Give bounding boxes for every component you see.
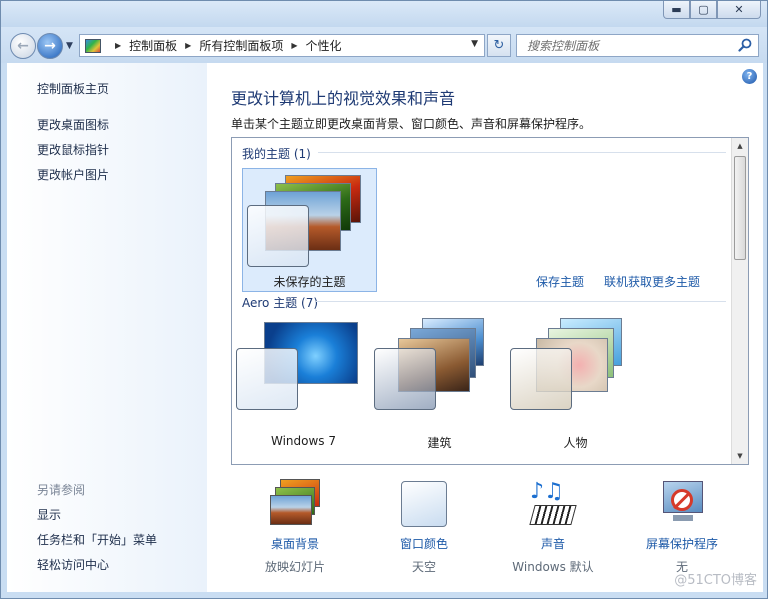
breadcrumb-personalization[interactable]: 个性化 — [306, 37, 342, 54]
sidebar-item-taskbar[interactable]: 任务栏和「开始」菜单 — [37, 531, 157, 548]
theme-label: 人物 — [563, 436, 588, 450]
personalization-window: ▬ ▢ ✕ ← → ▼ ▶ 控制面板 ▶ 所有控制面板项 ▶ 个性化 ▼ ↻ 搜… — [0, 0, 768, 599]
address-bar[interactable]: ▶ 控制面板 ▶ 所有控制面板项 ▶ 个性化 ▼ — [79, 34, 485, 57]
group-divider — [318, 152, 726, 153]
maximize-button[interactable]: ▢ — [690, 1, 717, 19]
sound-icon: ♪♫ — [528, 479, 578, 529]
sidebar-item-display[interactable]: 显示 — [37, 506, 61, 523]
main-panel: ? 更改计算机上的视觉效果和声音 单击某个主题立即更改桌面背景、窗口颜色、声音和… — [207, 63, 763, 592]
breadcrumb-separator-icon[interactable]: ▶ — [291, 41, 297, 50]
sidebar-item-control-panel-home[interactable]: 控制面板主页 — [37, 80, 109, 97]
breadcrumb-separator-icon[interactable]: ▶ — [185, 41, 191, 50]
watermark: @51CTO博客 — [674, 573, 757, 588]
see-also-heading: 另请参阅 — [37, 483, 86, 497]
search-placeholder: 搜索控制面板 — [527, 39, 600, 53]
refresh-button[interactable]: ↻ — [487, 34, 511, 57]
theme-architecture[interactable]: 建筑 — [372, 318, 507, 450]
navigation-bar: ← → ▼ ▶ 控制面板 ▶ 所有控制面板项 ▶ 个性化 ▼ ↻ 搜索控制面板 — [1, 27, 767, 63]
desktop-background-label[interactable]: 桌面背景 — [235, 535, 355, 552]
forward-button[interactable]: → — [37, 33, 63, 59]
window-color-value: 天空 — [411, 560, 436, 574]
window-preview-icon — [236, 348, 298, 410]
title-bar: ▬ ▢ ✕ — [1, 1, 767, 27]
search-icon[interactable] — [738, 38, 752, 52]
breadcrumb-separator-icon[interactable]: ▶ — [115, 41, 121, 50]
save-theme-link[interactable]: 保存主题 — [536, 273, 584, 290]
window-color-icon — [399, 479, 449, 529]
window-color-label[interactable]: 窗口颜色 — [364, 535, 484, 552]
desktop-background-item[interactable]: 桌面背景 放映幻灯片 — [235, 479, 355, 575]
breadcrumb-control-panel[interactable]: 控制面板 — [129, 37, 177, 54]
window-preview-icon — [374, 348, 436, 410]
sound-item[interactable]: ♪♫ 声音 Windows 默认 — [493, 479, 613, 575]
search-input[interactable]: 搜索控制面板 — [516, 34, 759, 57]
sound-value: Windows 默认 — [512, 560, 594, 574]
sidebar-item-account-picture[interactable]: 更改帐户图片 — [37, 166, 109, 183]
theme-windows7[interactable]: Windows 7 — [236, 318, 371, 448]
my-themes-heading: 我的主题 (1) — [242, 147, 311, 161]
screensaver-label[interactable]: 屏幕保护程序 — [622, 535, 742, 552]
minimize-button[interactable]: ▬ — [663, 1, 690, 19]
back-button[interactable]: ← — [10, 33, 36, 59]
control-panel-icon — [85, 38, 101, 53]
window-preview-icon — [247, 205, 309, 267]
address-dropdown-icon[interactable]: ▼ — [471, 39, 478, 49]
sidebar-item-ease-of-access[interactable]: 轻松访问中心 — [37, 556, 109, 573]
recent-pages-dropdown-icon[interactable]: ▼ — [66, 41, 73, 51]
theme-unsaved[interactable]: 未保存的主题 — [242, 168, 377, 292]
sound-label[interactable]: 声音 — [493, 535, 613, 552]
scroll-down-icon[interactable]: ▼ — [732, 448, 748, 464]
theme-label: 建筑 — [427, 436, 452, 450]
content-area: 控制面板主页 更改桌面图标 更改鼠标指针 更改帐户图片 另请参阅 显示 任务栏和… — [7, 63, 763, 592]
group-divider — [316, 301, 726, 302]
theme-label: 未保存的主题 — [273, 275, 346, 289]
window-preview-icon — [510, 348, 572, 410]
themes-scrollbar[interactable]: ▲ ▼ — [731, 138, 748, 464]
get-more-themes-link[interactable]: 联机获取更多主题 — [604, 273, 700, 290]
desktop-background-icon — [270, 479, 320, 529]
page-subtitle: 单击某个主题立即更改桌面背景、窗口颜色、声音和屏幕保护程序。 — [231, 117, 592, 131]
theme-characters[interactable]: 人物 — [508, 318, 643, 450]
page-title: 更改计算机上的视觉效果和声音 — [231, 89, 456, 108]
screensaver-icon — [657, 479, 707, 529]
caption-buttons: ▬ ▢ ✕ — [663, 1, 761, 19]
breadcrumb-all-items[interactable]: 所有控制面板项 — [199, 37, 283, 54]
close-button[interactable]: ✕ — [717, 1, 761, 19]
desktop-background-value: 放映幻灯片 — [264, 560, 325, 574]
scroll-thumb[interactable] — [734, 156, 746, 260]
sidebar-item-mouse-pointers[interactable]: 更改鼠标指针 — [37, 141, 109, 158]
screensaver-item[interactable]: 屏幕保护程序 无 — [622, 479, 742, 575]
scroll-up-icon[interactable]: ▲ — [732, 138, 748, 154]
themes-list: 我的主题 (1) 未保存的主题 保存主题 联机获取更多主题 Aero 主题 (7… — [231, 137, 749, 465]
sidebar: 控制面板主页 更改桌面图标 更改鼠标指针 更改帐户图片 另请参阅 显示 任务栏和… — [7, 63, 207, 592]
theme-label: Windows 7 — [270, 434, 336, 448]
aero-themes-heading: Aero 主题 (7) — [242, 296, 319, 310]
sidebar-item-desktop-icons[interactable]: 更改桌面图标 — [37, 116, 109, 133]
window-color-item[interactable]: 窗口颜色 天空 — [364, 479, 484, 575]
help-icon[interactable]: ? — [742, 69, 757, 84]
